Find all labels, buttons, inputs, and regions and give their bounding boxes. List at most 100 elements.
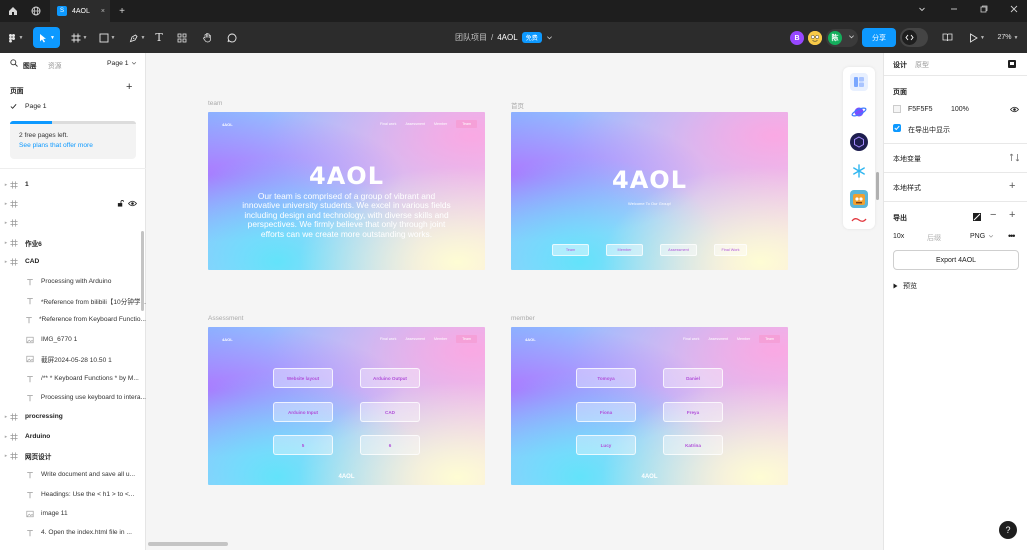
layer-row[interactable]: ▸ <box>0 213 146 232</box>
frame-member[interactable]: 4AOL Final work Assessment Member Team T… <box>511 327 788 485</box>
community-globe-icon[interactable] <box>29 4 43 18</box>
home-icon[interactable] <box>6 4 20 18</box>
tab-layers[interactable]: 图层 <box>23 60 37 70</box>
add-export-icon[interactable]: + <box>1009 209 1015 221</box>
layer-row[interactable]: /** * Keyboard Functions * by M... <box>0 369 146 388</box>
share-button[interactable]: 分享 <box>862 28 896 47</box>
export-scale[interactable]: 10x <box>893 233 904 240</box>
expand-caret-icon[interactable]: ▸ <box>2 453 10 459</box>
color-swatch[interactable] <box>893 105 901 113</box>
layer-row[interactable]: Processing with Arduino <box>0 272 146 291</box>
canvas-horizontal-scrollbar[interactable] <box>148 542 228 546</box>
frame-team[interactable]: 4AOL Final work Assessment Member Team 4… <box>208 112 485 270</box>
layer-row[interactable]: Processing use keyboard to intera... <box>0 388 146 407</box>
layer-row[interactable]: ▸ CAD <box>0 252 146 271</box>
layer-row[interactable]: Headings: Use the < h1 > to <... <box>0 485 146 504</box>
more-options-icon[interactable]: ••• <box>1008 231 1016 241</box>
layer-row[interactable]: ▸ 网页设计 <box>0 446 146 465</box>
layer-row[interactable]: image 11 <box>0 504 146 523</box>
export-visibility-checkbox[interactable] <box>893 124 901 132</box>
export-format-select[interactable]: PNG <box>970 233 994 240</box>
resources-tool-icon[interactable] <box>175 27 189 48</box>
unlock-icon[interactable] <box>117 200 124 207</box>
layer-row[interactable]: Write document and save all u... <box>0 465 146 484</box>
move-tool-button[interactable]: ▼ <box>33 27 60 48</box>
layer-row[interactable]: 4. Open the index.html file in ... <box>0 523 146 542</box>
tab-design[interactable]: 设计 <box>893 60 907 70</box>
layer-row[interactable]: 截屏2024-05-28 10.50 1 <box>0 349 146 368</box>
zoom-control[interactable]: 27% ▼ <box>994 27 1022 48</box>
add-style-icon[interactable]: + <box>1009 180 1015 192</box>
layer-row[interactable]: ▸ Arduino <box>0 427 146 446</box>
main-menu-button[interactable]: ▼ <box>6 27 24 48</box>
wave-plugin-icon[interactable] <box>850 215 868 225</box>
hand-tool-icon[interactable] <box>200 27 214 48</box>
text-tool-icon[interactable]: T <box>152 27 166 48</box>
bg-color-value[interactable]: F5F5F5 <box>908 106 933 113</box>
emoji-avatar[interactable] <box>808 31 822 45</box>
team-project-link[interactable]: 团队项目 <box>455 32 487 43</box>
file-name[interactable]: 4AOL <box>497 33 517 42</box>
collaborators-button[interactable]: 陈 <box>826 29 858 47</box>
new-tab-button[interactable]: + <box>115 4 129 18</box>
expand-caret-icon[interactable]: ▸ <box>2 220 10 226</box>
shape-tool-button[interactable]: ▼ <box>95 27 119 48</box>
canvas-vertical-scrollbar[interactable] <box>876 172 879 200</box>
expand-caret-icon[interactable]: ▸ <box>2 434 10 440</box>
chevron-down-icon[interactable] <box>918 5 926 13</box>
frame-label-member[interactable]: member <box>511 315 535 322</box>
export-suffix-input[interactable]: 后缀 <box>927 233 941 243</box>
library-book-icon[interactable] <box>940 27 954 48</box>
file-menu-chevron-icon[interactable] <box>546 34 553 41</box>
page-selector[interactable]: Page 1 <box>107 60 137 67</box>
tab-assets[interactable]: 资源 <box>48 60 62 70</box>
plugin-icon[interactable] <box>850 73 868 91</box>
minimize-icon[interactable] <box>950 5 958 13</box>
avatar[interactable]: B <box>790 31 804 45</box>
frame-label-home[interactable]: 首页 <box>511 100 524 110</box>
frame-tool-button[interactable]: ▼ <box>67 27 91 48</box>
planet-plugin-icon[interactable] <box>850 103 868 121</box>
restore-icon[interactable] <box>980 5 988 13</box>
eye-icon[interactable] <box>128 200 137 207</box>
expand-caret-icon[interactable]: ▸ <box>2 201 10 207</box>
dev-mode-toggle[interactable] <box>900 28 928 47</box>
frame-home[interactable]: 4AOL Welcome To Our Group! Team Member A… <box>511 112 788 270</box>
layer-row[interactable]: ▸ <box>0 194 146 213</box>
expand-caret-icon[interactable]: ▸ <box>2 240 10 246</box>
expand-caret-icon[interactable]: ▸ <box>2 259 10 265</box>
frame-label-assessment[interactable]: Assessment <box>208 315 243 322</box>
tab-prototype[interactable]: 原型 <box>915 60 929 70</box>
frame-assessment[interactable]: 4AOL Final work Assessment Member Team W… <box>208 327 485 485</box>
layer-row[interactable]: IMG_6770 1 <box>0 330 146 349</box>
comment-tool-icon[interactable] <box>225 27 239 48</box>
close-window-icon[interactable] <box>1010 5 1018 13</box>
expand-caret-icon[interactable]: ▸ <box>2 414 10 420</box>
present-button[interactable]: ▼ <box>966 27 988 48</box>
layer-row[interactable]: ▸ 作业6 <box>0 233 146 252</box>
frame-label-team[interactable]: team <box>208 100 222 107</box>
snowflake-plugin-icon[interactable] <box>850 162 868 180</box>
layers-scrollbar[interactable] <box>141 231 144 311</box>
pen-tool-button[interactable]: ▼ <box>125 27 149 48</box>
layer-row[interactable]: ▸ procressing <box>0 407 146 426</box>
remove-export-icon[interactable]: − <box>990 209 996 221</box>
document-tab[interactable]: S 4AOL × <box>50 0 110 22</box>
hex-plugin-icon[interactable] <box>850 133 868 151</box>
variables-icon[interactable] <box>1010 153 1019 162</box>
close-tab-icon[interactable]: × <box>101 8 105 15</box>
layer-row[interactable]: ▸ 1 <box>0 175 146 194</box>
layer-row[interactable]: *Reference from Keyboard Functio... <box>0 310 146 329</box>
eye-icon[interactable] <box>1010 106 1019 113</box>
preview-toggle[interactable]: 预览 <box>893 281 917 291</box>
character-plugin-icon[interactable] <box>850 190 868 208</box>
help-button[interactable]: ? <box>999 521 1017 539</box>
canvas[interactable]: team 4AOL Final work Assessment Member T… <box>146 53 883 550</box>
bg-opacity-value[interactable]: 100% <box>951 106 969 113</box>
export-button[interactable]: Export 4AOL <box>893 250 1019 270</box>
plan-badge[interactable]: 免费 <box>521 32 542 43</box>
see-plans-link[interactable]: See plans that offer more <box>19 142 93 149</box>
local-variables-label[interactable]: 本地变量 <box>893 154 921 164</box>
page-item[interactable]: Page 1 <box>10 103 47 110</box>
add-page-icon[interactable]: + <box>126 81 132 93</box>
